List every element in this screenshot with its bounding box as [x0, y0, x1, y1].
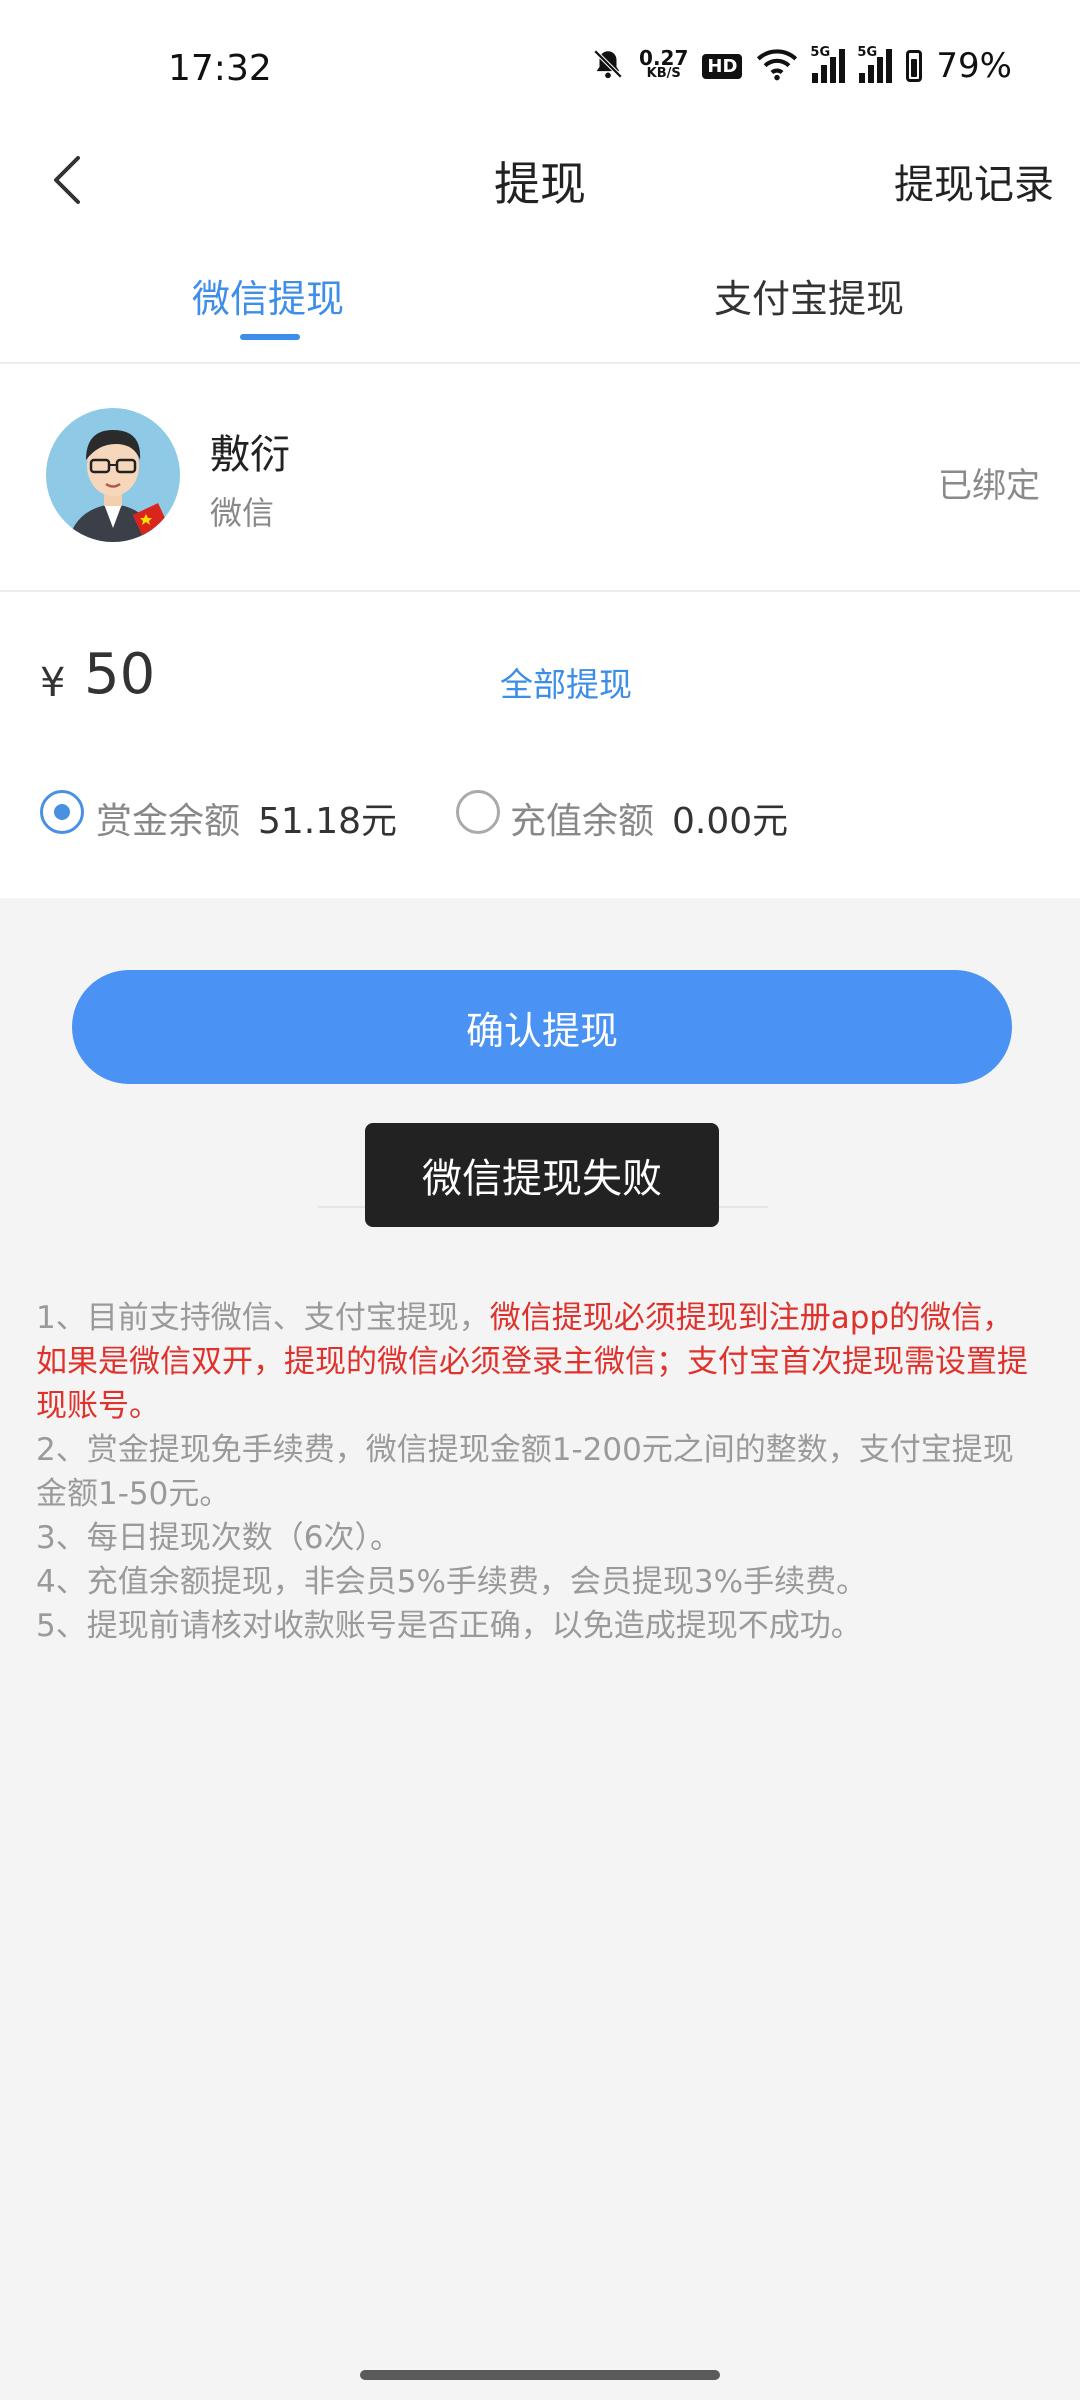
signal2-label: 5G — [857, 45, 878, 60]
amount-row: ¥ 50 全部提现 — [0, 640, 1080, 720]
bound-account-row[interactable]: 敷衍 微信 已绑定 — [0, 364, 1080, 592]
confirm-withdraw-button[interactable]: 确认提现 — [72, 970, 1012, 1084]
battery-icon — [906, 50, 923, 82]
bound-status: 已绑定 — [938, 466, 1040, 506]
battery-percent: 79% — [936, 46, 1012, 86]
tab-active-indicator — [240, 334, 300, 340]
account-type: 微信 — [210, 494, 275, 532]
currency-symbol: ¥ — [40, 660, 66, 706]
signal1-label: 5G — [810, 45, 831, 60]
withdraw-tabs: 微信提现 支付宝提现 — [0, 258, 1080, 364]
bounty-balance-value: 51.18元 — [258, 801, 398, 842]
toast-message: 微信提现失败 — [365, 1123, 719, 1227]
withdraw-notes: 1、目前支持微信、支付宝提现，微信提现必须提现到注册app的微信，如果是微信双开… — [36, 1296, 1036, 1648]
withdraw-all-button[interactable]: 全部提现 — [500, 658, 632, 706]
mute-bell-icon — [591, 47, 625, 85]
recharge-balance-label: 充值余额 — [510, 801, 655, 842]
tab-wechat-withdraw[interactable]: 微信提现 — [192, 268, 344, 323]
note-1-prefix: 1、目前支持微信、支付宝提现， — [36, 1300, 490, 1336]
status-time: 17:32 — [168, 48, 272, 89]
avatar — [46, 408, 180, 542]
net-speed-value: 0.27 — [639, 46, 689, 70]
recharge-balance-value: 0.00元 — [672, 801, 789, 842]
amount-input[interactable]: 50 — [84, 642, 155, 707]
wifi-icon — [756, 47, 798, 85]
account-name: 敷衍 — [210, 432, 290, 478]
balance-options: 赏金余额 51.18元 充值余额 0.00元 — [0, 784, 1080, 844]
note-4: 4、充值余额提现，非会员5%手续费，会员提现3%手续费。 — [36, 1564, 868, 1600]
note-1: 1、目前支持微信、支付宝提现，微信提现必须提现到注册app的微信，如果是微信双开… — [36, 1296, 1036, 1428]
bounty-balance-radio[interactable] — [40, 790, 84, 834]
hd-badge: HD — [702, 53, 743, 79]
note-5: 5、提现前请核对收款账号是否正确，以免造成提现不成功。 — [36, 1608, 862, 1644]
nav-header: 提现 提现记录 — [0, 130, 1080, 240]
net-speed: 0.27 KB/S — [639, 46, 689, 82]
bounty-balance-label: 赏金余额 — [96, 801, 241, 842]
status-bar: 17:32 0.27 KB/S HD 5G 5G 79% — [0, 0, 1080, 140]
note-3: 3、每日提现次数（6次）。 — [36, 1520, 401, 1556]
note-2: 2、赏金提现免手续费，微信提现金额1-200元之间的整数，支付宝提现金额1-50… — [36, 1432, 1014, 1512]
tab-alipay-withdraw[interactable]: 支付宝提现 — [714, 268, 904, 323]
signal-icon: 5G — [810, 45, 846, 83]
home-indicator[interactable] — [360, 2370, 720, 2380]
withdraw-record-link[interactable]: 提现记录 — [894, 152, 1054, 210]
recharge-balance-radio[interactable] — [456, 790, 500, 834]
status-icons: 0.27 KB/S HD 5G 5G 79% — [591, 45, 1012, 86]
signal-icon: 5G — [857, 45, 893, 83]
